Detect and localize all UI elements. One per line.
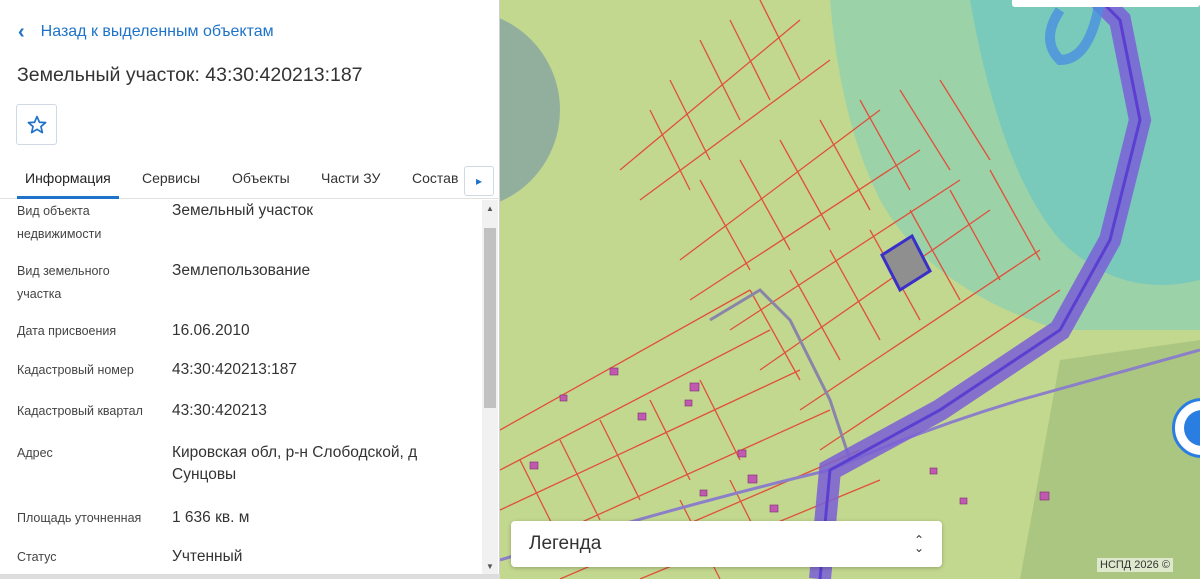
- tab-objects[interactable]: Объекты: [232, 170, 290, 186]
- tab-services[interactable]: Сервисы: [142, 170, 200, 186]
- star-outline-icon: [27, 115, 46, 133]
- info-value: Учтенный: [172, 548, 243, 565]
- info-value: Кировская обл, р-н Слободской, д Сунцовы: [172, 444, 418, 483]
- info-label: Кадастровый квартал: [17, 404, 143, 418]
- chevron-left-icon: ‹: [18, 21, 25, 43]
- chevron-right-icon: ▸: [475, 174, 483, 188]
- info-value: 1 636 кв. м: [172, 509, 250, 526]
- page-title: Земельный участок: 43:30:420213:187: [17, 64, 363, 86]
- info-value: 43:30:420213: [172, 402, 267, 419]
- map-copyright: НСПД 2026 ©: [1097, 558, 1173, 572]
- info-panel: ‹ Назад к выделенным объектам Земельный …: [0, 0, 500, 579]
- favorite-button[interactable]: [16, 104, 57, 145]
- map-canvas[interactable]: [500, 0, 1200, 579]
- legend-label: Легенда: [529, 533, 602, 554]
- info-list: Вид объекта недвижимости Земельный участ…: [0, 200, 482, 574]
- back-link-label: Назад к выделенным объектам: [40, 23, 274, 40]
- info-value: Землепользование: [172, 262, 311, 279]
- info-label: Дата присвоения: [17, 324, 117, 338]
- scroll-up-arrow-icon[interactable]: ▲: [482, 202, 498, 216]
- info-label: Вид объекта недвижимости: [17, 204, 102, 241]
- back-to-selection-link[interactable]: ‹ Назад к выделенным объектам: [18, 22, 274, 42]
- scroll-down-arrow-icon[interactable]: ▼: [482, 560, 498, 574]
- cadastral-map[interactable]: [500, 0, 1200, 579]
- scroll-thumb[interactable]: [484, 228, 496, 408]
- tab-composition[interactable]: Состав: [412, 170, 458, 186]
- info-value: 16.06.2010: [172, 322, 250, 339]
- tab-bar: Информация Сервисы Объекты Части ЗУ Сост…: [0, 160, 500, 199]
- info-label: Статус: [17, 550, 57, 564]
- info-scrollbar[interactable]: ▲ ▼: [482, 200, 498, 574]
- horizontal-scrollbar[interactable]: [0, 574, 500, 579]
- info-label: Вид земельного участка: [17, 264, 110, 301]
- info-value: 43:30:420213:187: [172, 361, 297, 378]
- info-label: Кадастровый номер: [17, 363, 134, 377]
- legend-panel[interactable]: Легенда ⌃ ⌄: [511, 521, 942, 567]
- chevron-up-down-icon[interactable]: ⌃ ⌄: [914, 534, 924, 554]
- info-value: Земельный участок: [172, 202, 314, 219]
- tabs-next-button[interactable]: ▸: [464, 166, 494, 196]
- tab-parts[interactable]: Части ЗУ: [321, 170, 380, 186]
- active-tab-indicator: [17, 196, 119, 199]
- map-top-bar: [1012, 0, 1200, 7]
- info-label: Площадь уточненная: [17, 511, 142, 525]
- info-label: Адрес: [17, 446, 53, 460]
- tab-information[interactable]: Информация: [25, 170, 111, 186]
